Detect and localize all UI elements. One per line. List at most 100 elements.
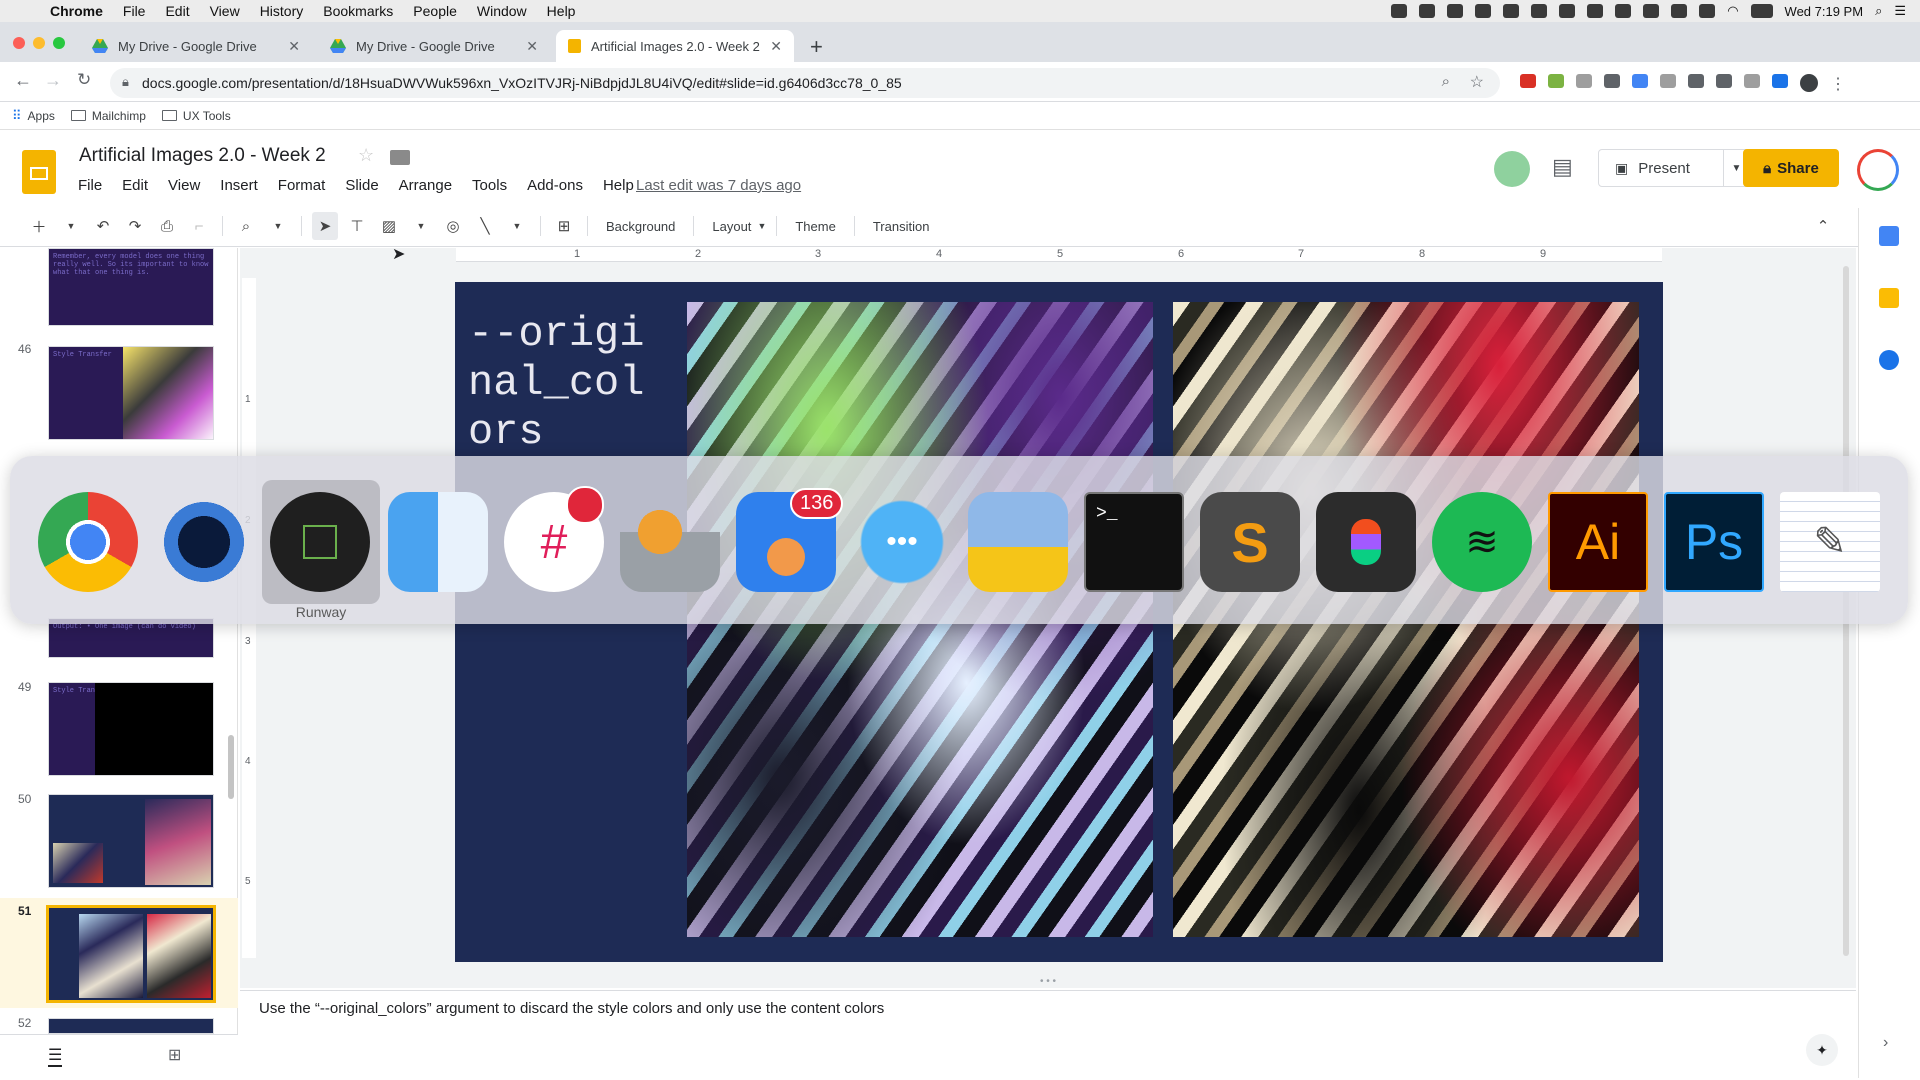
clock[interactable]: Wed 7:19 PM: [1785, 4, 1864, 19]
bookmark-ux-tools[interactable]: UX Tools: [161, 109, 231, 123]
extension-icon[interactable]: [1632, 74, 1648, 88]
present-button[interactable]: ▣ Present ▼: [1598, 149, 1750, 187]
menu-view[interactable]: View: [168, 177, 200, 194]
horizontal-ruler[interactable]: 1 2 3 4 5 6 7 8 9: [456, 248, 1662, 262]
line-dropdown-icon[interactable]: ▼: [504, 212, 530, 240]
download-icon[interactable]: [1772, 74, 1788, 88]
menu-insert[interactable]: Insert: [220, 177, 258, 194]
sublime-dock-icon[interactable]: S: [1200, 492, 1300, 592]
comments-icon[interactable]: ▤: [1552, 154, 1573, 180]
google-slides-logo[interactable]: [22, 150, 56, 194]
move-folder-icon[interactable]: [390, 150, 410, 165]
select-cursor-icon[interactable]: ➤: [312, 212, 338, 240]
zoom-icon[interactable]: ⌕: [1442, 73, 1450, 90]
notification-center-icon[interactable]: ☰: [1894, 3, 1906, 19]
tray-icon[interactable]: [1391, 4, 1408, 18]
extension-icon[interactable]: [1716, 74, 1732, 88]
slide-thumbnail[interactable]: Remember, every model does one thing rea…: [48, 248, 214, 326]
omnibox[interactable]: 🔒︎ docs.google.com/presentation/d/18Hsua…: [110, 68, 1500, 98]
menu-edit[interactable]: Edit: [155, 3, 199, 19]
star-icon[interactable]: ☆: [358, 145, 374, 166]
new-tab-icon[interactable]: +: [810, 34, 823, 60]
grid-view-icon[interactable]: ⊞: [168, 1045, 181, 1065]
runway-dock-icon[interactable]: [270, 492, 370, 592]
wifi-icon[interactable]: ◠: [1727, 3, 1738, 19]
insert-comment-icon[interactable]: ⊞: [551, 212, 577, 240]
cloud-icon[interactable]: [1475, 4, 1492, 18]
menu-file[interactable]: File: [78, 177, 102, 194]
close-tab-icon[interactable]: ✕: [770, 38, 782, 55]
calendar-icon[interactable]: [1879, 226, 1899, 246]
last-edit-link[interactable]: Last edit was 7 days ago: [636, 177, 801, 194]
quicktime-dock-icon[interactable]: [154, 492, 254, 592]
slide-title-text[interactable]: --origi nal_col ors: [468, 310, 668, 457]
minimize-window-icon[interactable]: [33, 37, 45, 49]
extension-icon[interactable]: [1548, 74, 1564, 88]
tray-icon[interactable]: [1643, 4, 1660, 18]
new-slide-dropdown-icon[interactable]: ▼: [58, 212, 84, 240]
illustrator-dock-icon[interactable]: Ai: [1548, 492, 1648, 592]
extension-icon[interactable]: [1688, 74, 1704, 88]
bookmark-star-icon[interactable]: ☆: [1470, 72, 1484, 92]
browser-tab[interactable]: My Drive - Google Drive ✕: [318, 30, 550, 62]
collaborator-avatar[interactable]: [1494, 151, 1530, 187]
menu-window[interactable]: Window: [467, 3, 537, 19]
menu-help[interactable]: Help: [603, 177, 634, 194]
spotlight-icon[interactable]: ⌕: [1875, 3, 1882, 19]
slide-thumbnail-selected[interactable]: [46, 905, 216, 1003]
menu-app-name[interactable]: Chrome: [40, 3, 113, 19]
speaker-notes-text[interactable]: Use the “--original_colors” argument to …: [259, 1000, 884, 1017]
lock-icon[interactable]: 🔒︎: [122, 74, 129, 90]
reload-icon[interactable]: ↻: [77, 70, 91, 90]
browser-tab-active[interactable]: Artificial Images 2.0 - Week 2 ✕: [556, 30, 794, 62]
menu-slide[interactable]: Slide: [345, 177, 378, 194]
close-tab-icon[interactable]: ✕: [526, 38, 538, 55]
tray-icon[interactable]: [1615, 4, 1632, 18]
menu-tools[interactable]: Tools: [472, 177, 507, 194]
close-tab-icon[interactable]: ✕: [288, 38, 300, 55]
menu-history[interactable]: History: [250, 3, 314, 19]
tray-icon[interactable]: [1671, 4, 1688, 18]
profile-avatar[interactable]: [1800, 74, 1818, 92]
terminal-dock-icon[interactable]: >_: [1084, 492, 1184, 592]
print-icon[interactable]: ⎙: [154, 212, 180, 240]
keychain-dock-icon[interactable]: [620, 492, 720, 592]
tasks-icon[interactable]: [1879, 350, 1899, 370]
zoom-icon[interactable]: ⌕: [233, 212, 259, 240]
slide-thumbnail[interactable]: Style Transfer: [48, 346, 214, 440]
explore-icon[interactable]: ✦: [1806, 1034, 1838, 1066]
undo-icon[interactable]: ↶: [90, 212, 116, 240]
account-avatar[interactable]: [1857, 149, 1899, 191]
image-dropdown-icon[interactable]: ▼: [408, 212, 434, 240]
filmstrip-view-icon[interactable]: ☰: [48, 1045, 63, 1067]
forward-icon[interactable]: →: [44, 70, 62, 91]
slide-thumbnail[interactable]: [48, 794, 214, 888]
document-title[interactable]: Artificial Images 2.0 - Week 2: [79, 145, 326, 167]
layout-dropdown-icon[interactable]: ▼: [757, 221, 766, 231]
battery-icon[interactable]: [1750, 4, 1773, 18]
messages-dock-icon[interactable]: •••: [852, 492, 952, 592]
maximize-window-icon[interactable]: [53, 37, 65, 49]
slide-thumbnail[interactable]: [48, 1018, 214, 1034]
tray-icon[interactable]: [1559, 4, 1576, 18]
extension-icon[interactable]: [1604, 74, 1620, 88]
filmstrip-scrollbar[interactable]: [228, 735, 234, 799]
tray-icon[interactable]: [1503, 4, 1520, 18]
redo-icon[interactable]: ↷: [122, 212, 148, 240]
extension-icon[interactable]: [1520, 74, 1536, 88]
menu-arrange[interactable]: Arrange: [399, 177, 452, 194]
tray-icon[interactable]: [1531, 4, 1548, 18]
tray-icon[interactable]: [1447, 4, 1464, 18]
transmit-dock-icon[interactable]: [968, 492, 1068, 592]
bookmark-mailchimp[interactable]: Mailchimp: [70, 109, 146, 123]
collapse-toolbar-icon[interactable]: ⌃: [1810, 212, 1836, 240]
zoom-dropdown-icon[interactable]: ▼: [265, 212, 291, 240]
expand-panel-icon[interactable]: ›: [1883, 1034, 1888, 1052]
airplay-icon[interactable]: [1699, 4, 1716, 18]
figma-dock-icon[interactable]: [1316, 492, 1416, 592]
background-button[interactable]: Background: [598, 219, 683, 234]
close-window-icon[interactable]: [13, 37, 25, 49]
finder-dock-icon[interactable]: [388, 492, 488, 592]
chrome-dock-icon[interactable]: [38, 492, 138, 592]
new-slide-icon[interactable]: ＋: [26, 212, 52, 240]
